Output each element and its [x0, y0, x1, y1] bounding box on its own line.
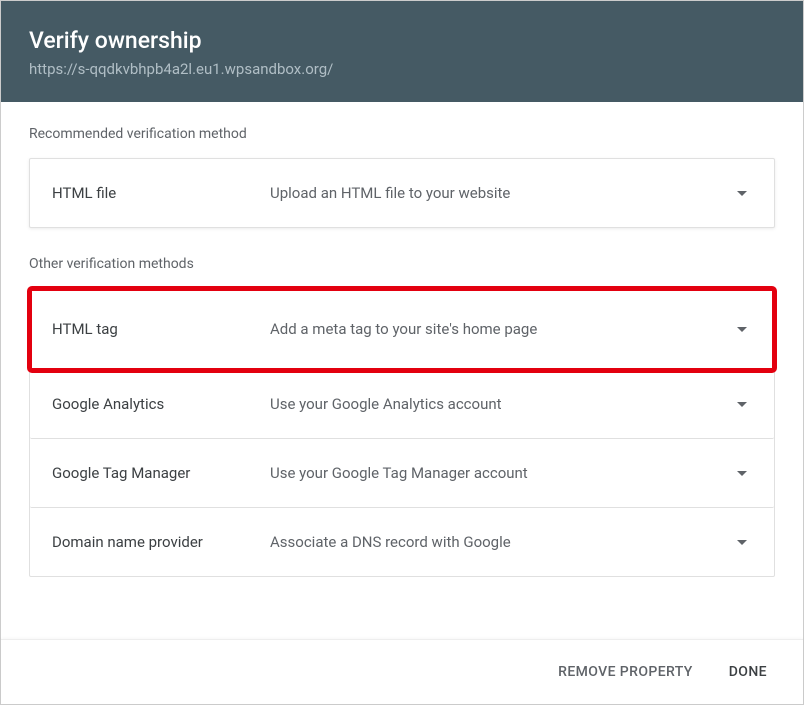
remove-property-button[interactable]: REMOVE PROPERTY: [546, 654, 705, 690]
method-title: HTML tag: [52, 320, 270, 338]
method-desc: Use your Google Tag Manager account: [270, 464, 730, 482]
dialog-title: Verify ownership: [29, 27, 775, 54]
method-domain-name-provider[interactable]: Domain name provider Associate a DNS rec…: [30, 508, 774, 576]
method-title: Google Analytics: [52, 395, 270, 413]
method-title: HTML file: [52, 184, 270, 202]
method-html-file[interactable]: HTML file Upload an HTML file to your we…: [29, 158, 775, 228]
chevron-down-icon: [730, 530, 754, 554]
chevron-down-icon: [730, 392, 754, 416]
dialog-footer: REMOVE PROPERTY DONE: [1, 639, 803, 704]
method-html-tag[interactable]: HTML tag Add a meta tag to your site's h…: [30, 289, 774, 370]
dialog-subtitle: https://s-qqdkvbhpb4a2l.eu1.wpsandbox.or…: [29, 60, 775, 78]
chevron-down-icon: [730, 317, 754, 341]
method-google-analytics[interactable]: Google Analytics Use your Google Analyti…: [30, 370, 774, 439]
chevron-down-icon: [730, 181, 754, 205]
method-desc: Add a meta tag to your site's home page: [270, 320, 730, 338]
method-desc: Upload an HTML file to your website: [270, 184, 730, 202]
method-google-tag-manager[interactable]: Google Tag Manager Use your Google Tag M…: [30, 439, 774, 508]
chevron-down-icon: [730, 461, 754, 485]
method-title: Domain name provider: [52, 533, 270, 551]
other-methods-list: HTML tag Add a meta tag to your site's h…: [29, 288, 775, 577]
method-desc: Use your Google Analytics account: [270, 395, 730, 413]
dialog-content: Recommended verification method HTML fil…: [1, 102, 803, 639]
method-desc: Associate a DNS record with Google: [270, 533, 730, 551]
verify-ownership-dialog: Verify ownership https://s-qqdkvbhpb4a2l…: [1, 1, 803, 704]
method-title: Google Tag Manager: [52, 464, 270, 482]
other-section-label: Other verification methods: [29, 256, 775, 272]
recommended-section-label: Recommended verification method: [29, 126, 775, 142]
done-button[interactable]: DONE: [717, 654, 779, 690]
dialog-header: Verify ownership https://s-qqdkvbhpb4a2l…: [1, 1, 803, 102]
